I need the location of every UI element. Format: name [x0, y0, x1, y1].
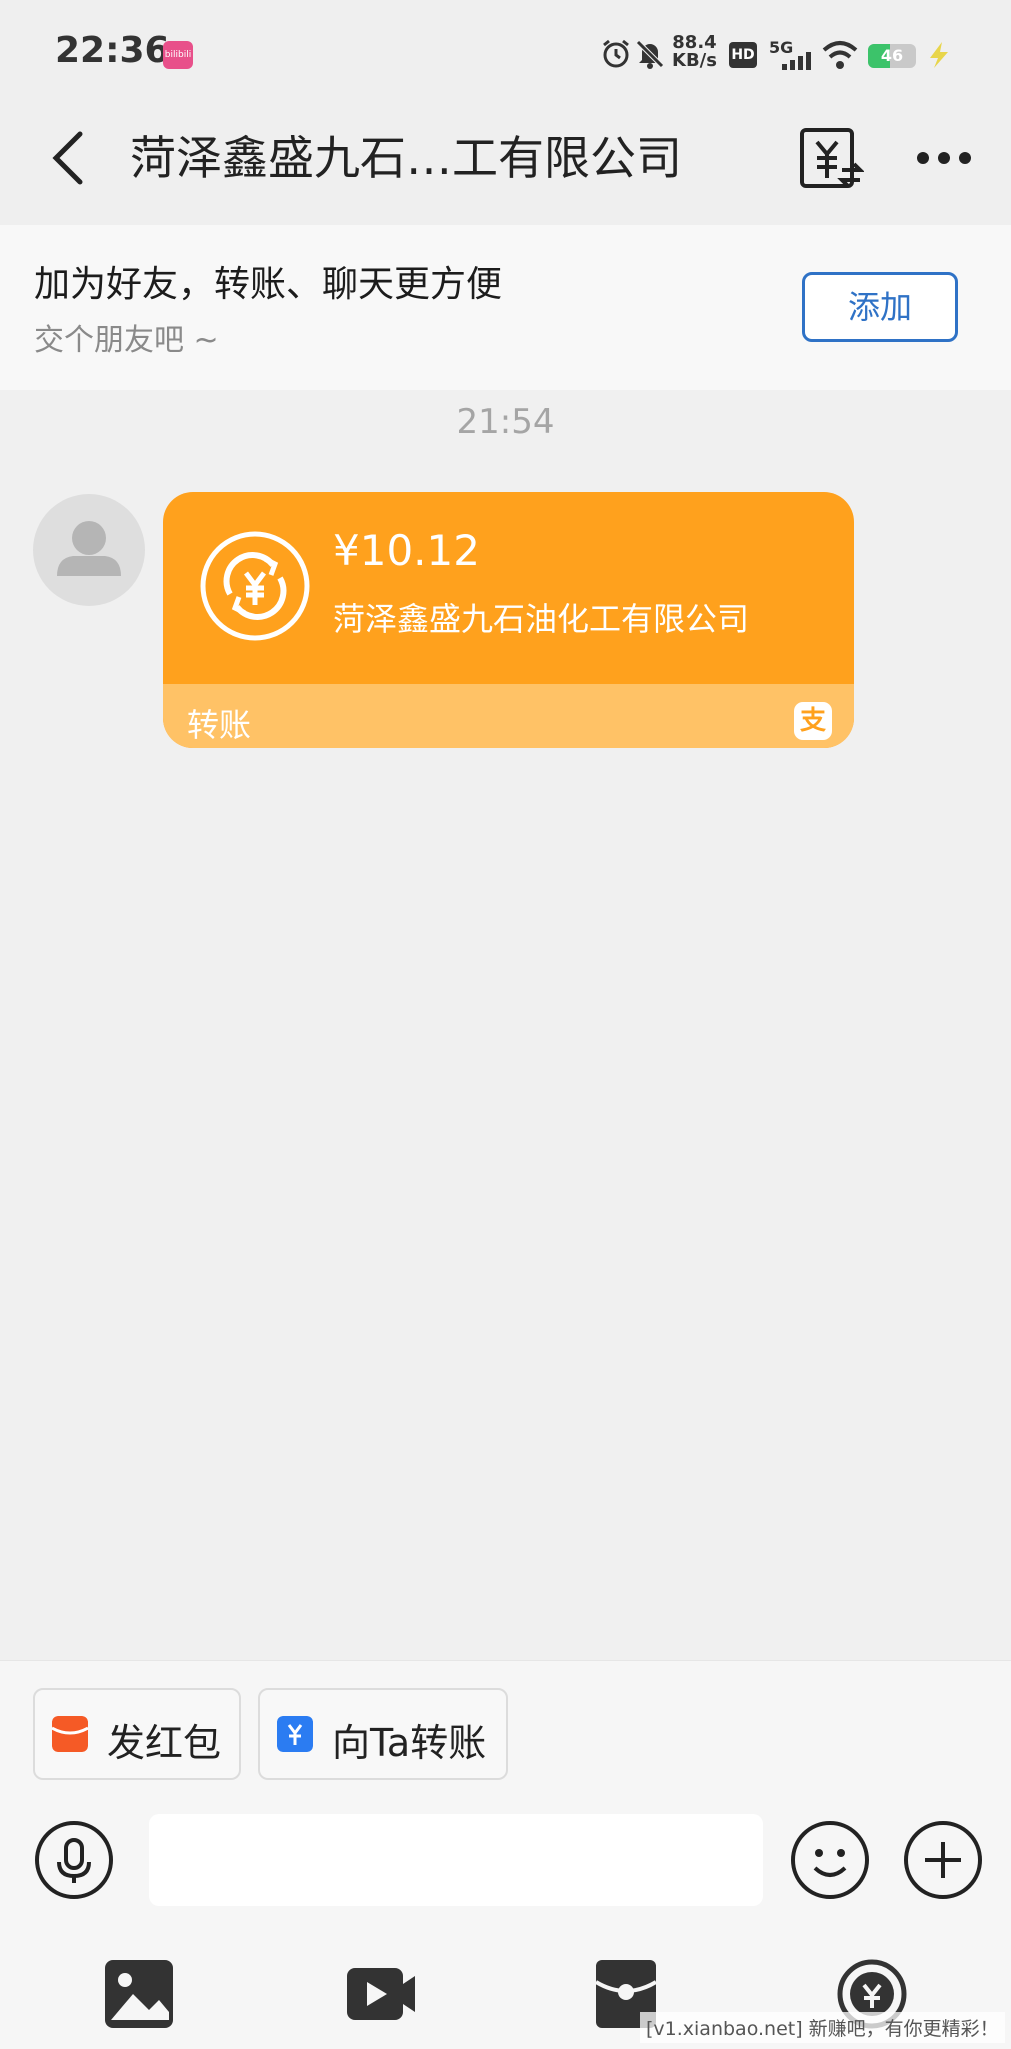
transfer-to-button[interactable]: 向Ta转账	[258, 1688, 508, 1780]
add-friend-button[interactable]: 添加	[802, 272, 958, 342]
net-speed-unit: KB/s	[672, 50, 717, 71]
transfer-ticket-icon	[277, 1716, 313, 1752]
signal-icon	[782, 52, 811, 70]
battery-indicator: 46	[868, 44, 916, 68]
default-avatar-icon	[57, 521, 121, 576]
transfer-yuan-icon[interactable]	[798, 126, 864, 192]
emoji-button[interactable]	[790, 1820, 870, 1900]
more-actions-plus-button[interactable]	[903, 1820, 983, 1900]
chat-title: 菏泽鑫盛九石…工有限公司	[130, 131, 682, 185]
transfer-card-footer	[163, 684, 854, 748]
transfer-yuan-circle-icon	[200, 531, 310, 641]
alipay-icon: 支	[794, 702, 832, 740]
message-input[interactable]	[149, 1814, 763, 1906]
avatar[interactable]	[33, 494, 145, 606]
mute-bell-icon	[636, 40, 664, 69]
transfer-amount: ¥10.12	[333, 526, 480, 575]
red-packet-icon	[52, 1716, 88, 1752]
transfer-label: 转账	[187, 706, 252, 744]
video-icon[interactable]	[345, 1958, 417, 2030]
transfer-message-card[interactable]: ¥10.12 菏泽鑫盛九石油化工有限公司 转账 支	[163, 492, 854, 748]
wifi-icon	[822, 41, 858, 69]
alarm-icon	[603, 39, 629, 68]
charging-icon	[930, 42, 948, 68]
bilibili-app-icon: bilibili	[163, 41, 193, 69]
banner-title: 加为好友，转账、聊天更方便	[34, 264, 503, 305]
more-icon[interactable]	[915, 138, 973, 178]
battery-level: 46	[880, 46, 904, 65]
send-red-packet-button[interactable]: 发红包	[33, 1688, 241, 1780]
transfer-to-label: 向Ta转账	[332, 1721, 487, 1765]
hd-badge: HD	[729, 42, 757, 68]
status-time: 22:36	[55, 30, 170, 71]
watermark-text: [v1.xianbao.net] 新赚吧，有你更精彩！	[640, 2012, 1005, 2043]
back-button[interactable]	[40, 128, 100, 188]
voice-input-button[interactable]	[34, 1820, 114, 1900]
red-packet-label: 发红包	[107, 1721, 222, 1765]
transfer-payee: 菏泽鑫盛九石油化工有限公司	[333, 600, 750, 638]
net-speed: 88.4 KB/s	[672, 34, 717, 70]
message-timestamp: 21:54	[456, 402, 555, 442]
image-icon[interactable]	[103, 1958, 175, 2030]
banner-subtitle: 交个朋友吧 ~	[34, 323, 219, 358]
